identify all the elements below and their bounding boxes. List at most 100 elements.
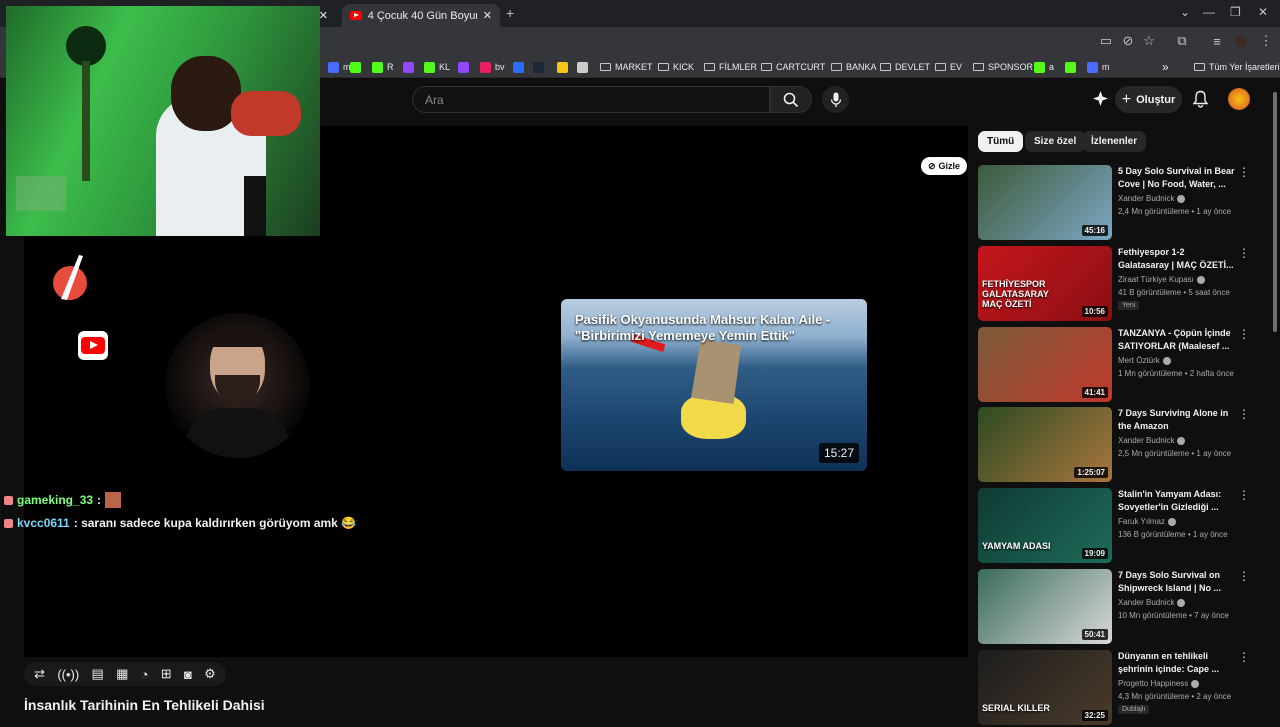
channel-name[interactable]: Xander Budnick xyxy=(1118,436,1186,445)
channel-name[interactable]: Ziraat Türkiye Kupası xyxy=(1118,275,1205,284)
video-thumbnail[interactable]: 1:25:07 xyxy=(978,407,1112,482)
more-options-icon[interactable]: ⋮ xyxy=(1238,165,1250,179)
video-title[interactable]: 7 Days Solo Survival on Shipwreck Island… xyxy=(1118,569,1238,595)
bookmark-item[interactable]: m xyxy=(1087,59,1110,75)
video-thumbnail[interactable]: SERIAL KILLER 32:25 xyxy=(978,650,1112,725)
toki-icon xyxy=(557,61,568,73)
video-duration: 32:25 xyxy=(1081,710,1108,721)
scrollbar-thumb[interactable] xyxy=(1273,92,1277,332)
recommendation-item[interactable]: 45:16 5 Day Solo Survival in Bear Cove | … xyxy=(978,165,1268,242)
eye-off-icon[interactable]: ⊘ xyxy=(1120,33,1136,49)
menu-icon[interactable]: ⋮ xyxy=(1258,33,1274,49)
more-options-icon[interactable]: ⋮ xyxy=(1238,246,1250,260)
bookmark-item[interactable]: KL xyxy=(424,59,450,75)
bookmark-item[interactable]: R xyxy=(372,59,394,75)
bookmark-item[interactable] xyxy=(350,59,361,75)
bookmark-item[interactable] xyxy=(577,59,588,75)
tab-active[interactable]: 4 Çocuk 40 Gün Boyunca Ama ✕ xyxy=(342,4,500,27)
video-title[interactable]: TANZANYA - Çöpün İçinde SATIYORLAR (Maal… xyxy=(1118,327,1238,353)
search-input[interactable]: Ara xyxy=(412,86,770,113)
tab-search-icon[interactable]: ⌄ xyxy=(1180,5,1190,19)
bookmark-item[interactable]: a xyxy=(1034,59,1054,75)
bookmark-item[interactable]: FİLMLER xyxy=(704,59,757,75)
more-options-icon[interactable]: ⋮ xyxy=(1238,407,1250,421)
camera-icon[interactable]: ◙ xyxy=(184,667,192,682)
more-options-icon[interactable]: ⋮ xyxy=(1238,569,1250,583)
all-bookmarks-button[interactable]: Tüm Yer İşaretleri xyxy=(1194,59,1280,75)
bookmark-item[interactable] xyxy=(513,59,524,75)
star-icon[interactable]: ☆ xyxy=(1141,33,1157,49)
hide-button[interactable]: ⊘ Gizle xyxy=(921,157,968,175)
channel-name[interactable]: Xander Budnick xyxy=(1118,194,1186,203)
video-thumbnail[interactable]: FETHİYESPOR GALATASARAY MAÇ ÖZETİ 10:56 xyxy=(978,246,1112,321)
restore-icon[interactable]: ❐ xyxy=(1230,5,1241,19)
cast-icon[interactable]: ▭ xyxy=(1098,33,1114,49)
recommendation-item[interactable]: 50:41 7 Days Solo Survival on Shipwreck I… xyxy=(978,569,1268,646)
recommendation-item[interactable]: YAMYAM ADASI 19:09 Stalin'in Yamyam Adası:… xyxy=(978,488,1268,565)
gemini-icon[interactable] xyxy=(1092,90,1109,112)
video-title[interactable]: Dünyanın en tehlikeli şehrinin içinde: C… xyxy=(1118,650,1238,676)
endscreen-title[interactable]: Pasifik Okyanusunda Mahsur Kalan Aile - … xyxy=(575,312,855,344)
chip-watched[interactable]: İzlenenler xyxy=(1082,131,1147,152)
more-options-icon[interactable]: ⋮ xyxy=(1238,327,1250,341)
bookmark-item[interactable]: m xyxy=(328,59,351,75)
chip-for-you[interactable]: Size özel xyxy=(1025,131,1086,152)
recommendation-item[interactable]: SERIAL KILLER 32:25 Dünyanın en tehlikeli … xyxy=(978,650,1268,727)
bookmark-item[interactable]: MARKET xyxy=(600,59,653,75)
extensions-icon[interactable]: ⧉ xyxy=(1174,33,1190,49)
video-thumbnail[interactable]: 45:16 xyxy=(978,165,1112,240)
broadcast-icon[interactable]: ((•)) xyxy=(57,667,79,682)
voice-search-button[interactable] xyxy=(822,86,849,113)
bookmarks-overflow-button[interactable]: » xyxy=(1162,59,1169,75)
video-thumbnail[interactable]: YAMYAM ADASI 19:09 xyxy=(978,488,1112,563)
scrollbar[interactable] xyxy=(1272,92,1278,720)
speed-icon[interactable]: ◔ xyxy=(141,667,149,682)
window-close-icon[interactable]: ✕ xyxy=(1258,5,1268,19)
close-icon[interactable]: ✕ xyxy=(319,9,328,22)
bookmark-item[interactable] xyxy=(557,59,568,75)
account-avatar[interactable] xyxy=(1228,88,1250,110)
recommendation-item[interactable]: 41:41 TANZANYA - Çöpün İçinde SATIYORLAR … xyxy=(978,327,1268,404)
video-title[interactable]: 7 Days Surviving Alone in the Amazon xyxy=(1118,407,1238,433)
channel-name[interactable]: Mert Öztürk xyxy=(1118,356,1171,365)
bookmark-item[interactable]: BANKA xyxy=(831,59,877,75)
bookmark-item[interactable] xyxy=(533,59,544,75)
add-screen-icon[interactable]: ⊞ xyxy=(161,666,172,682)
video-title[interactable]: Fethiyespor 1-2 Galatasaray | MAÇ ÖZETİ.… xyxy=(1118,246,1238,272)
search-button[interactable] xyxy=(770,86,812,113)
video-title[interactable]: 5 Day Solo Survival in Bear Cove | No Fo… xyxy=(1118,165,1238,191)
channel-name[interactable]: Faruk Yılmaz xyxy=(1118,517,1176,526)
bookmark-item[interactable]: EV xyxy=(935,59,962,75)
chip-all[interactable]: Tümü xyxy=(978,131,1024,152)
create-button[interactable]: + Oluştur xyxy=(1115,86,1182,113)
close-icon[interactable]: ✕ xyxy=(483,9,492,22)
notifications-icon[interactable] xyxy=(1192,90,1209,113)
gear-icon[interactable]: ⚙ xyxy=(204,666,216,682)
recommendation-item[interactable]: 1:25:07 7 Days Surviving Alone in the Ama… xyxy=(978,407,1268,484)
media-icon[interactable]: ≡ xyxy=(1209,33,1225,49)
bookmark-item[interactable]: SPONSOR xyxy=(973,59,1033,75)
bookmark-item[interactable]: bv xyxy=(480,59,505,75)
bookmark-item[interactable] xyxy=(1065,59,1076,75)
minimize-icon[interactable]: — xyxy=(1203,5,1215,19)
video-thumbnail[interactable]: 50:41 xyxy=(978,569,1112,644)
bookmark-item[interactable]: KICK xyxy=(658,59,694,75)
channel-name[interactable]: Xander Budnick xyxy=(1118,598,1186,607)
film-icon[interactable]: ▦ xyxy=(116,666,128,682)
channel-name[interactable]: Progetto Happiness xyxy=(1118,679,1200,688)
video-thumbnail[interactable]: 41:41 xyxy=(978,327,1112,402)
more-options-icon[interactable]: ⋮ xyxy=(1238,650,1250,664)
video-title[interactable]: Stalin'in Yamyam Adası: Sovyetler'in Giz… xyxy=(1118,488,1238,514)
loop-icon[interactable]: ⇄ xyxy=(34,666,45,682)
new-tab-button[interactable]: + xyxy=(506,5,514,21)
clapper-icon[interactable]: ▤ xyxy=(91,666,103,682)
bookmark-item[interactable]: CARTCURT xyxy=(761,59,825,75)
more-options-icon[interactable]: ⋮ xyxy=(1238,488,1250,502)
bookmark-item[interactable]: DEVLET xyxy=(880,59,930,75)
bookmark-item[interactable] xyxy=(458,59,469,75)
video-badge: Yeni xyxy=(1118,301,1140,310)
thumbnail-overlay-text: FETHİYESPOR GALATASARAY MAÇ ÖZETİ xyxy=(982,279,1049,309)
bookmark-item[interactable] xyxy=(403,59,414,75)
profile-avatar[interactable] xyxy=(1233,33,1249,49)
recommendation-item[interactable]: FETHİYESPOR GALATASARAY MAÇ ÖZETİ 10:56 Fe… xyxy=(978,246,1268,323)
